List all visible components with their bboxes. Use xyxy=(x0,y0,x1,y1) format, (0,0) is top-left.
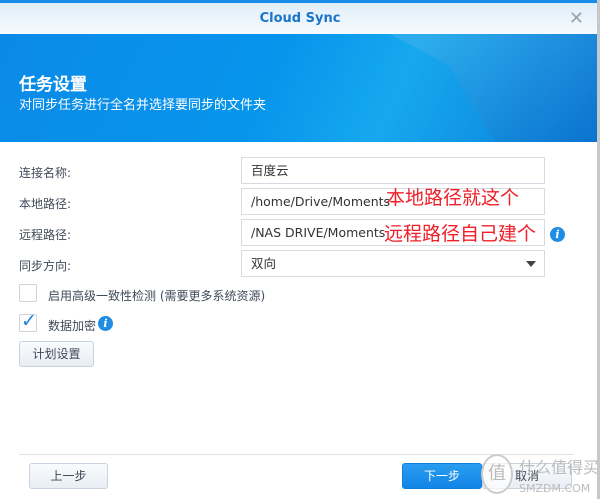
sync-direction-select[interactable]: 双向 xyxy=(241,250,545,277)
page-title: 任务设置 xyxy=(19,75,87,95)
annotation-remote: 远程路径自己建个 xyxy=(384,223,537,245)
close-icon[interactable]: ✕ xyxy=(569,3,584,34)
connection-name-label: 连接名称: xyxy=(19,166,72,180)
banner-decoration xyxy=(390,34,600,142)
next-button[interactable]: 下一步 xyxy=(402,463,482,489)
title-bar: Cloud Sync ✕ xyxy=(0,3,600,34)
local-path-label: 本地路径: xyxy=(19,197,72,211)
annotation-local: 本地路径就这个 xyxy=(386,187,520,209)
window-title: Cloud Sync xyxy=(259,11,341,26)
advanced-consistency-label: 启用高级一致性检测 (需要更多系统资源) xyxy=(48,289,266,303)
encryption-checkbox[interactable]: ✓ xyxy=(19,310,37,332)
checkmark-icon: ✓ xyxy=(21,310,37,332)
connection-name-input[interactable]: 百度云 xyxy=(241,157,545,184)
watermark-text: 什么值得买 xyxy=(519,458,600,477)
info-icon[interactable]: i xyxy=(550,227,565,242)
sync-direction-value: 双向 xyxy=(251,256,277,271)
chevron-down-icon xyxy=(526,261,536,267)
watermark: 值 什么值得买 SMZDM.COM xyxy=(473,452,600,499)
page-subtitle: 对同步任务进行全名并选择要同步的文件夹 xyxy=(19,98,267,113)
info-icon[interactable]: i xyxy=(98,316,113,331)
remote-path-label: 远程路径: xyxy=(19,228,72,242)
watermark-domain: SMZDM.COM xyxy=(519,482,591,495)
encryption-label: 数据加密 xyxy=(48,319,97,333)
watermark-logo: 值 xyxy=(481,454,513,494)
advanced-consistency-checkbox[interactable] xyxy=(19,284,37,302)
header-banner: 任务设置 对同步任务进行全名并选择要同步的文件夹 xyxy=(0,34,600,142)
back-button[interactable]: 上一步 xyxy=(29,463,108,489)
schedule-settings-button[interactable]: 计划设置 xyxy=(19,341,94,367)
sync-direction-label: 同步方向: xyxy=(19,259,72,273)
